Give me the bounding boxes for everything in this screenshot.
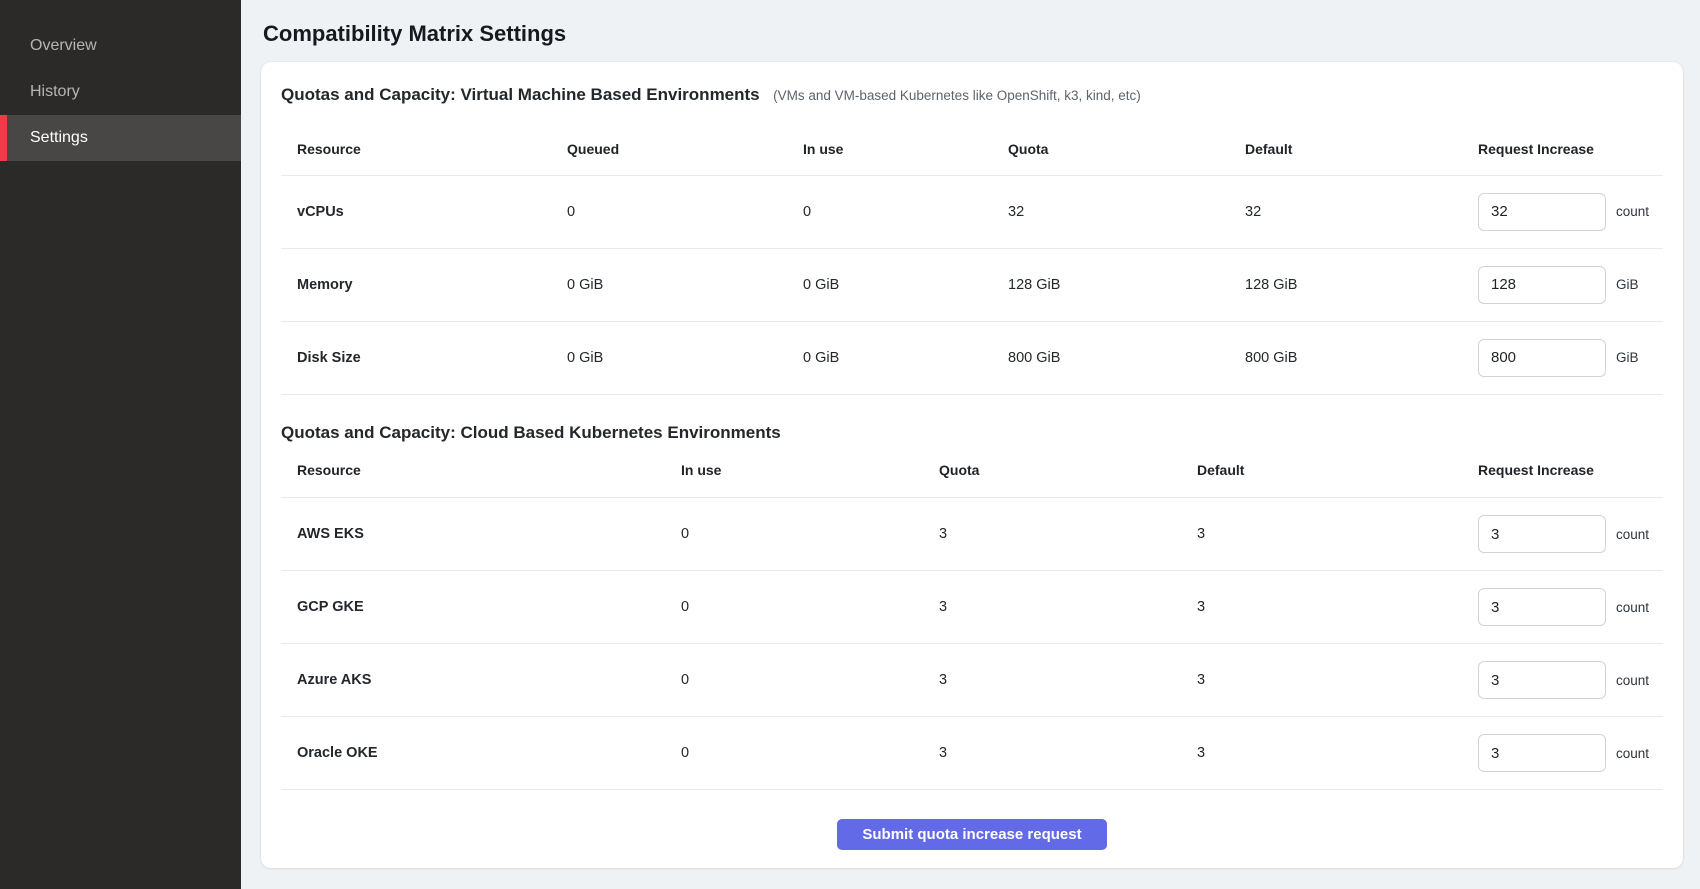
sidebar-item-settings[interactable]: Settings [0, 115, 241, 161]
quota-value: 3 [939, 571, 1197, 644]
vm-section-title: Quotas and Capacity: Virtual Machine Bas… [281, 85, 760, 104]
memory-request-input[interactable] [1478, 266, 1606, 304]
oracle-oke-request-input[interactable] [1478, 734, 1606, 772]
unit-label: count [1616, 600, 1649, 615]
cloud-table-header-row: Resource In use Quota Default Request In… [281, 443, 1663, 498]
settings-card: Quotas and Capacity: Virtual Machine Bas… [261, 62, 1683, 868]
vm-quota-table: Resource Queued In use Quota Default Req… [281, 123, 1663, 395]
default-value: 32 [1245, 175, 1478, 248]
gcp-gke-request-input[interactable] [1478, 588, 1606, 626]
resource-name: GCP GKE [281, 571, 681, 644]
in-use-value: 0 [681, 498, 939, 571]
column-header-in-use: In use [803, 123, 1008, 175]
aws-eks-request-input[interactable] [1478, 515, 1606, 553]
submit-quota-increase-button[interactable]: Submit quota increase request [837, 819, 1106, 850]
queued-value: 0 GiB [567, 321, 803, 394]
main-content: Compatibility Matrix Settings Quotas and… [241, 0, 1700, 868]
unit-label: GiB [1616, 277, 1639, 292]
cloud-section-title: Quotas and Capacity: Cloud Based Kuberne… [281, 423, 781, 442]
sidebar-item-label: Settings [30, 129, 88, 147]
resource-name: Oracle OKE [281, 717, 681, 790]
sidebar-item-label: History [30, 83, 80, 101]
default-value: 3 [1197, 717, 1478, 790]
column-header-resource: Resource [281, 123, 567, 175]
resource-name: Azure AKS [281, 644, 681, 717]
unit-label: count [1616, 527, 1649, 542]
table-row-aws-eks: AWS EKS 0 3 3 count [281, 498, 1663, 571]
resource-name: vCPUs [281, 175, 567, 248]
queued-value: 0 [567, 175, 803, 248]
sidebar-item-overview[interactable]: Overview [0, 23, 241, 69]
in-use-value: 0 [803, 175, 1008, 248]
table-row-disk-size: Disk Size 0 GiB 0 GiB 800 GiB 800 GiB Gi… [281, 321, 1663, 394]
in-use-value: 0 GiB [803, 321, 1008, 394]
unit-label: count [1616, 673, 1649, 688]
cloud-section-header: Quotas and Capacity: Cloud Based Kuberne… [281, 422, 1663, 443]
resource-name: Disk Size [281, 321, 567, 394]
column-header-quota: Quota [939, 443, 1197, 498]
resource-name: Memory [281, 248, 567, 321]
quota-value: 128 GiB [1008, 248, 1245, 321]
in-use-value: 0 [681, 717, 939, 790]
vm-section-header: Quotas and Capacity: Virtual Machine Bas… [281, 84, 1663, 105]
column-header-quota: Quota [1008, 123, 1245, 175]
default-value: 3 [1197, 498, 1478, 571]
vcpus-request-input[interactable] [1478, 193, 1606, 231]
default-value: 3 [1197, 644, 1478, 717]
resource-name: AWS EKS [281, 498, 681, 571]
table-row-gcp-gke: GCP GKE 0 3 3 count [281, 571, 1663, 644]
in-use-value: 0 GiB [803, 248, 1008, 321]
quota-value: 800 GiB [1008, 321, 1245, 394]
table-row-memory: Memory 0 GiB 0 GiB 128 GiB 128 GiB GiB [281, 248, 1663, 321]
quota-value: 3 [939, 498, 1197, 571]
table-row-vcpus: vCPUs 0 0 32 32 count [281, 175, 1663, 248]
vm-table-header-row: Resource Queued In use Quota Default Req… [281, 123, 1663, 175]
sidebar-item-history[interactable]: History [0, 69, 241, 115]
quota-value: 3 [939, 644, 1197, 717]
sidebar-item-label: Overview [30, 37, 97, 55]
submit-row: Submit quota increase request [281, 790, 1663, 850]
disk-size-request-input[interactable] [1478, 339, 1606, 377]
quota-value: 3 [939, 717, 1197, 790]
column-header-resource: Resource [281, 443, 681, 498]
column-header-in-use: In use [681, 443, 939, 498]
unit-label: count [1616, 204, 1649, 219]
quota-value: 32 [1008, 175, 1245, 248]
in-use-value: 0 [681, 644, 939, 717]
azure-aks-request-input[interactable] [1478, 661, 1606, 699]
column-header-request-increase: Request Increase [1478, 443, 1663, 498]
default-value: 128 GiB [1245, 248, 1478, 321]
column-header-request-increase: Request Increase [1478, 123, 1663, 175]
sidebar: Overview History Settings [0, 0, 241, 889]
default-value: 3 [1197, 571, 1478, 644]
page-title: Compatibility Matrix Settings [261, 0, 1683, 47]
table-row-azure-aks: Azure AKS 0 3 3 count [281, 644, 1663, 717]
vm-section-subtitle: (VMs and VM-based Kubernetes like OpenSh… [773, 88, 1141, 103]
unit-label: count [1616, 746, 1649, 761]
column-header-queued: Queued [567, 123, 803, 175]
active-item-accent-bar [0, 115, 7, 161]
in-use-value: 0 [681, 571, 939, 644]
queued-value: 0 GiB [567, 248, 803, 321]
default-value: 800 GiB [1245, 321, 1478, 394]
column-header-default: Default [1245, 123, 1478, 175]
cloud-quota-table: Resource In use Quota Default Request In… [281, 443, 1663, 791]
table-row-oracle-oke: Oracle OKE 0 3 3 count [281, 717, 1663, 790]
unit-label: GiB [1616, 350, 1639, 365]
column-header-default: Default [1197, 443, 1478, 498]
